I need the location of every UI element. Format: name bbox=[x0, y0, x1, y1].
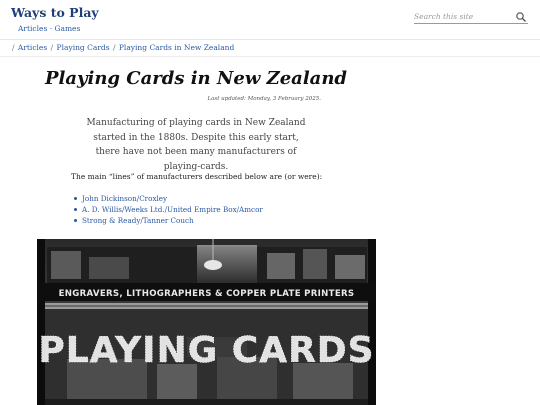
shop-window-photo: ENGRAVERS, LITHOGRAPHERS & COPPER PLATE … bbox=[37, 239, 376, 405]
breadcrumb-divider bbox=[0, 56, 540, 57]
nav-separator: · bbox=[49, 24, 53, 33]
breadcrumb-separator: / bbox=[12, 43, 15, 52]
site-header: Ways to Play Articles · Games bbox=[0, 0, 540, 40]
breadcrumb-current-page-link[interactable]: Playing Cards in New Zealand bbox=[119, 43, 234, 52]
manufacturers-lead: The main “lines” of manufacturers descri… bbox=[71, 172, 323, 181]
manufacturer-link-amcor[interactable]: A. D. Willis/Weeks Ltd./United Empire Bo… bbox=[74, 204, 263, 215]
breadcrumb-separator: / bbox=[50, 43, 54, 52]
search-icon[interactable] bbox=[515, 11, 527, 23]
last-updated: Last updated: Monday, 3 February 2025. bbox=[207, 96, 321, 102]
nav-games-link[interactable]: Games bbox=[54, 24, 80, 33]
nav-articles-link[interactable]: Articles bbox=[18, 24, 47, 33]
intro-paragraph: Manufacturing of playing cards in New Ze… bbox=[86, 118, 306, 172]
search-input[interactable] bbox=[414, 10, 514, 23]
shop-window-image: ENGRAVERS, LITHOGRAPHERS & COPPER PLATE … bbox=[37, 239, 376, 405]
site-nav: Articles · Games bbox=[18, 24, 80, 33]
breadcrumb-playing-cards-link[interactable]: Playing Cards bbox=[57, 43, 110, 52]
page-title: Playing Cards in New Zealand bbox=[44, 68, 348, 89]
breadcrumb-articles-link[interactable]: Articles bbox=[18, 43, 47, 52]
search-box bbox=[414, 10, 528, 24]
photo-window-text: PLAYING CARDS bbox=[38, 330, 374, 371]
manufacturer-link-tanner-couch[interactable]: Strong & Ready/Tanner Couch bbox=[74, 215, 263, 226]
manufacturers-list: John Dickinson/Croxley A. D. Willis/Week… bbox=[74, 193, 263, 227]
site-title-link[interactable]: Ways to Play bbox=[11, 5, 99, 20]
manufacturer-link-croxley[interactable]: John Dickinson/Croxley bbox=[74, 193, 263, 204]
photo-sign-text: ENGRAVERS, LITHOGRAPHERS & COPPER PLATE … bbox=[59, 289, 355, 299]
breadcrumb-separator: / bbox=[112, 43, 116, 52]
breadcrumb: / Articles / Playing Cards / Playing Car… bbox=[11, 43, 234, 52]
